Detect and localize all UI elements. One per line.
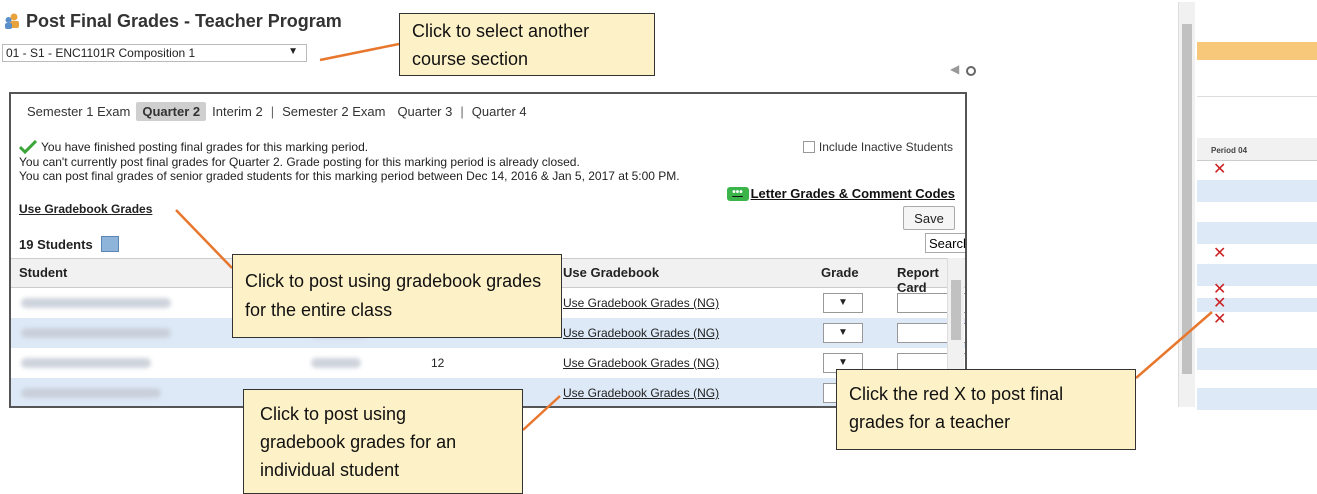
- connector-line: [1135, 311, 1213, 379]
- callout-red-x: Click the red X to post final grades for…: [836, 369, 1136, 450]
- callout-gradebook-class: Click to post using gradebook grades for…: [232, 254, 562, 338]
- connector-line: [319, 42, 400, 62]
- callout-gradebook-student: Click to post using gradebook grades for…: [243, 389, 523, 494]
- connector-line: [522, 395, 561, 431]
- connector-line: [175, 209, 233, 269]
- callout-course-section: Click to select another course section: [399, 13, 655, 76]
